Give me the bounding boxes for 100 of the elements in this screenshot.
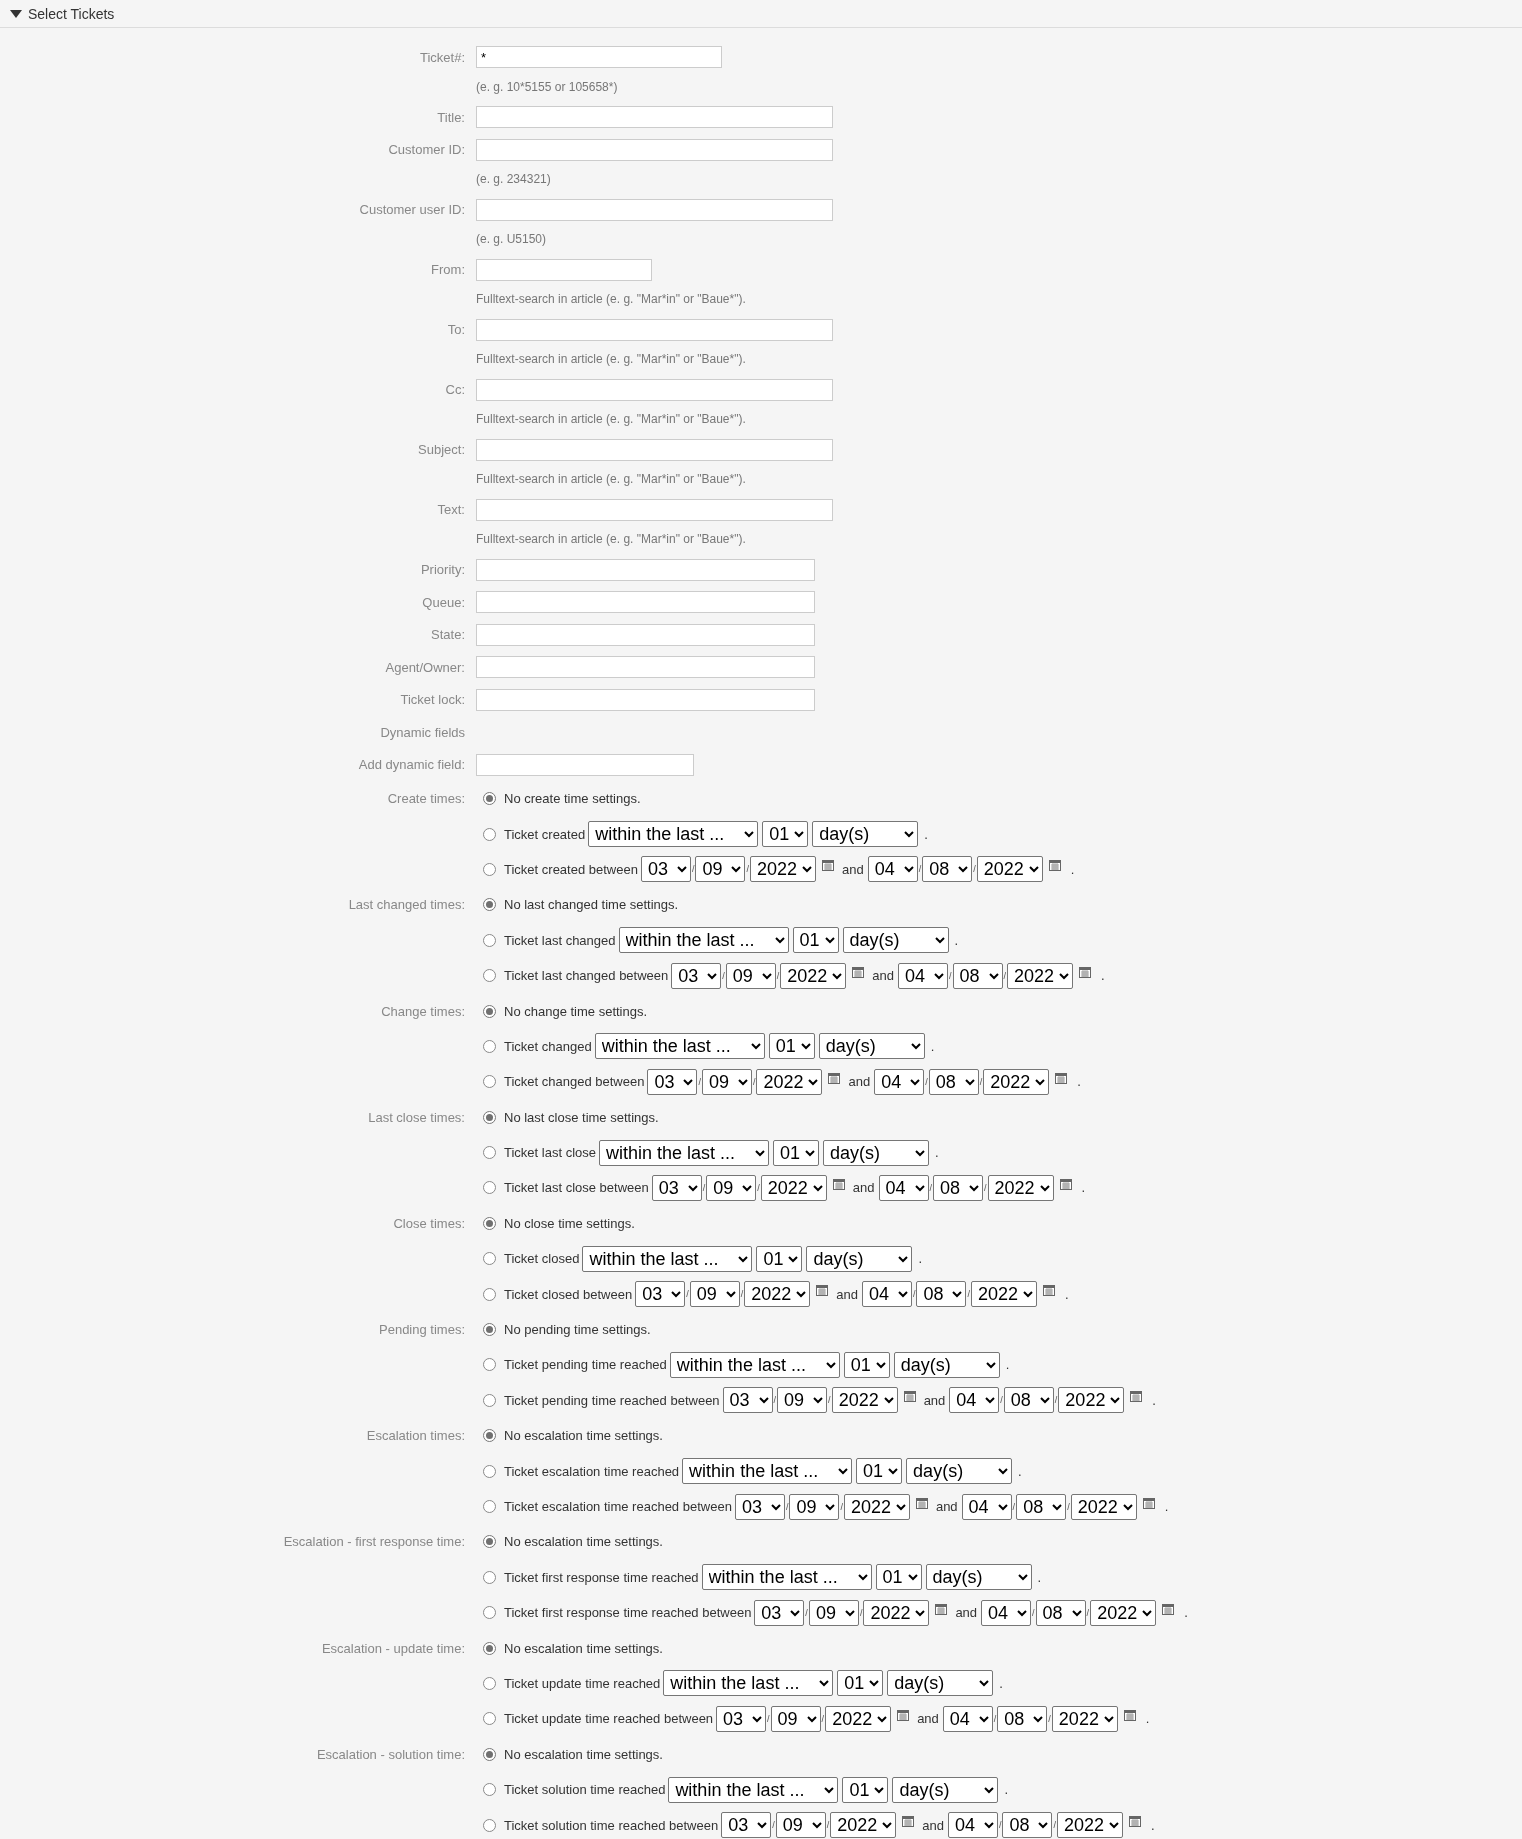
calendar-icon[interactable] [1055,1071,1068,1084]
calendar-icon[interactable] [832,1178,845,1190]
date-select[interactable]: 09 [701,1068,752,1095]
unit-select[interactable]: day(s) [906,1458,1013,1485]
date-select[interactable]: 2022 [1058,1387,1125,1414]
date-select[interactable]: 04 [947,1812,998,1838]
range-select[interactable]: within the last ... [588,821,759,848]
date-select[interactable]: 09 [695,856,746,883]
unit-select[interactable]: day(s) [892,1776,999,1803]
date-select[interactable]: 04 [949,1387,1000,1414]
date-select[interactable]: 2022 [780,962,847,989]
date-select[interactable]: 09 [775,1812,826,1838]
date-select[interactable]: 2022 [830,1812,897,1838]
amount-select[interactable]: 01 [762,821,809,848]
radio-button[interactable] [483,933,496,947]
date-select[interactable]: 2022 [744,1281,811,1308]
date-select[interactable]: 04 [942,1705,993,1732]
date-select[interactable]: 2022 [987,1175,1054,1201]
amount-select[interactable]: 01 [756,1245,803,1272]
radio-button[interactable] [483,1146,496,1160]
amount-select[interactable]: 01 [773,1139,819,1166]
calendar-icon[interactable] [902,1815,915,1827]
date-select[interactable]: 2022 [1007,962,1074,989]
radio-button[interactable] [483,1500,496,1513]
date-select[interactable]: 09 [770,1705,821,1732]
date-select[interactable]: 03 [721,1812,772,1838]
date-select[interactable]: 03 [647,1068,698,1095]
date-select[interactable]: 08 [916,1281,967,1308]
radio-button[interactable] [483,1216,496,1230]
amount-select[interactable]: 01 [768,1033,815,1060]
date-select[interactable]: 09 [689,1281,740,1308]
radio-button[interactable] [483,1358,496,1372]
date-select[interactable]: 08 [1016,1493,1067,1520]
radio-button[interactable] [483,1287,496,1301]
date-select[interactable]: 08 [952,962,1003,989]
unit-select[interactable]: day(s) [806,1245,913,1272]
date-select[interactable]: 2022 [976,856,1043,883]
amount-select[interactable]: 01 [837,1670,884,1697]
date-select[interactable]: 09 [808,1599,859,1626]
text-field[interactable] [476,688,815,711]
text-field[interactable] [476,753,694,776]
date-select[interactable]: 2022 [760,1175,827,1201]
radio-button[interactable] [483,1747,496,1761]
text-field[interactable] [476,198,833,221]
calendar-icon[interactable] [935,1602,948,1615]
date-select[interactable]: 08 [1003,1387,1054,1414]
text-field[interactable] [476,438,833,461]
radio-button[interactable] [483,1464,496,1478]
date-select[interactable]: 03 [640,856,691,883]
date-select[interactable]: 2022 [1090,1599,1157,1626]
calendar-icon[interactable] [1042,1284,1055,1297]
calendar-icon[interactable] [816,1284,829,1297]
unit-select[interactable]: day(s) [812,821,919,848]
radio-button[interactable] [483,1606,496,1620]
calendar-icon[interactable] [828,1071,841,1084]
range-select[interactable]: within the last ... [701,1564,872,1591]
unit-select[interactable]: day(s) [887,1670,994,1697]
date-select[interactable]: 09 [789,1493,840,1520]
radio-button[interactable] [483,1075,496,1089]
text-field[interactable] [476,558,815,581]
date-select[interactable]: 2022 [983,1068,1050,1095]
date-select[interactable]: 04 [961,1493,1012,1520]
date-select[interactable]: 2022 [1051,1705,1118,1732]
radio-button[interactable] [483,1818,496,1832]
date-select[interactable]: 09 [706,1175,757,1201]
radio-button[interactable] [483,1676,496,1690]
text-field[interactable] [476,318,833,341]
radio-button[interactable] [483,1783,496,1797]
amount-select[interactable]: 01 [842,1776,889,1803]
date-select[interactable]: 04 [874,1068,925,1095]
range-select[interactable]: within the last ... [582,1245,753,1272]
radio-button[interactable] [483,898,496,912]
unit-select[interactable]: day(s) [823,1139,929,1166]
amount-select[interactable]: 01 [856,1458,903,1485]
radio-button[interactable] [483,1570,496,1584]
radio-button[interactable] [483,1535,496,1549]
amount-select[interactable]: 01 [875,1564,922,1591]
date-select[interactable]: 2022 [756,1068,823,1095]
radio-button[interactable] [483,1429,496,1443]
date-select[interactable]: 08 [1002,1812,1053,1838]
radio-button[interactable] [483,827,496,841]
calendar-icon[interactable] [821,859,834,872]
unit-select[interactable]: day(s) [893,1351,1000,1378]
date-select[interactable]: 03 [734,1493,785,1520]
text-field[interactable] [476,656,815,679]
radio-button[interactable] [483,1004,496,1018]
range-select[interactable]: within the last ... [668,1776,839,1803]
section-header[interactable]: Select Tickets [0,0,1522,28]
calendar-icon[interactable] [1128,1815,1141,1827]
calendar-icon[interactable] [1048,859,1061,872]
text-field[interactable] [476,106,833,129]
range-select[interactable]: within the last ... [663,1670,834,1697]
range-select[interactable]: within the last ... [599,1139,769,1166]
date-select[interactable]: 2022 [1070,1493,1137,1520]
radio-button[interactable] [483,1039,496,1053]
date-select[interactable]: 2022 [843,1493,910,1520]
date-select[interactable]: 03 [716,1705,767,1732]
radio-button[interactable] [483,1712,496,1726]
radio-button[interactable] [483,969,496,983]
date-select[interactable]: 08 [933,1175,983,1201]
